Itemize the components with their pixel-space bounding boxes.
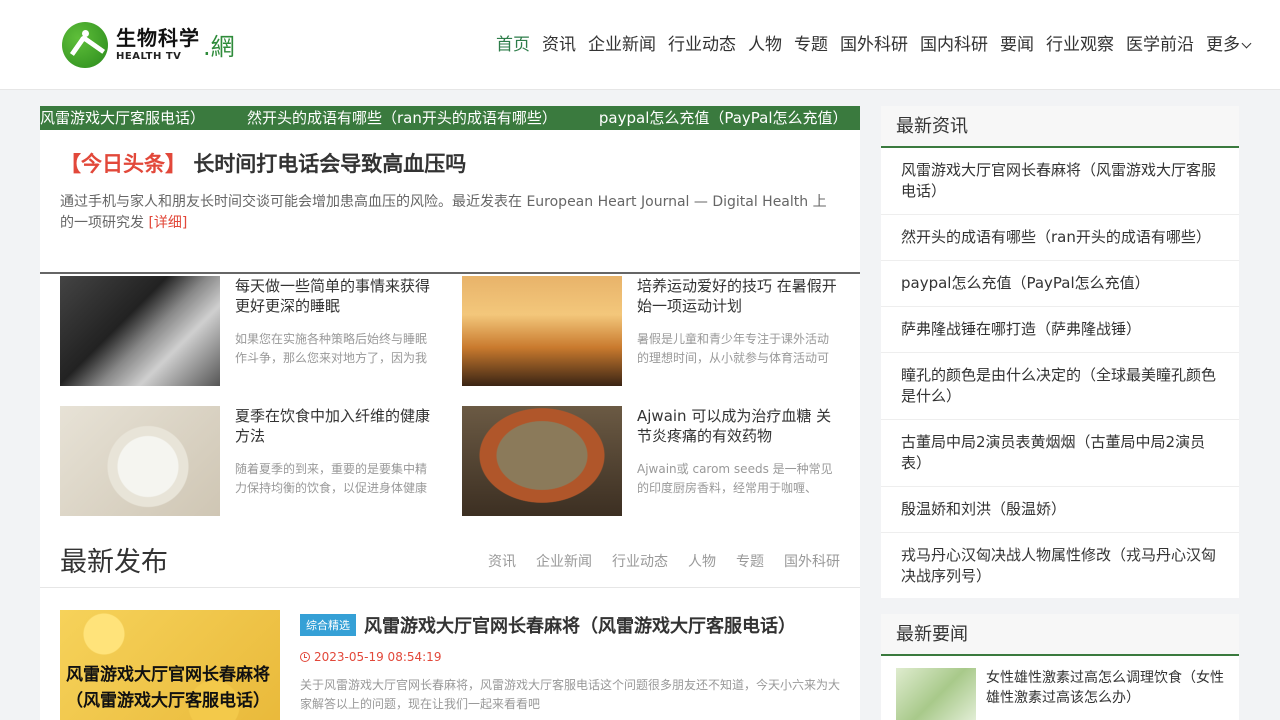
article-card: 夏季在饮食中加入纤维的健康方法 随着夏季的到来，重要的是要集中精力保持均衡的饮食… — [60, 406, 440, 516]
main-column: 风雷游戏大厅客服电话） 然开头的成语有哪些（ran开头的成语有哪些） paypa… — [40, 106, 860, 720]
article-thumbnail[interactable] — [462, 276, 622, 386]
article-thumbnail[interactable] — [60, 406, 220, 516]
key-news-item: 女性雄性激素过高怎么调理饮食（女性雄性激素过高该怎么办） — [896, 668, 1226, 720]
nav-news[interactable]: 资讯 — [542, 30, 576, 55]
latest-post: 风雷游戏大厅官网长春麻将（风雷游戏大厅客服电话） 综合精选 风雷游戏大厅官网长春… — [60, 610, 840, 720]
nav-topics[interactable]: 专题 — [794, 30, 828, 55]
ticker-item[interactable]: paypal怎么充值（PayPal怎么充值） — [599, 106, 848, 130]
latest-section-title: 最新发布 — [60, 547, 168, 578]
article-thumbnail[interactable] — [462, 406, 622, 516]
ticker-item[interactable]: 然开头的成语有哪些（ran开头的成语有哪些） — [247, 106, 557, 130]
article-title[interactable]: 每天做一些简单的事情来获得更好更深的睡眠 — [235, 276, 440, 316]
logo-chinese-name: 生物科学 — [116, 26, 200, 50]
latest-section-header: 最新发布 资讯 企业新闻 行业动态 人物 专题 国外科研 — [40, 536, 860, 588]
post-thumbnail-caption: 风雷游戏大厅官网长春麻将（风雷游戏大厅客服电话） — [66, 665, 270, 711]
nav-industry-trends[interactable]: 行业动态 — [668, 30, 736, 55]
sidebar-news-item[interactable]: 风雷游戏大厅官网长春麻将（风雷游戏大厅客服电话） — [881, 148, 1239, 215]
article-excerpt: Ajwain或 carom seeds 是一种常见的印度厨房香料，经常用于咖喱、 — [637, 462, 833, 495]
detail-link[interactable]: [详细] — [148, 215, 187, 231]
post-date-text: 2023-05-19 08:54:19 — [314, 650, 442, 664]
ticker-item[interactable]: 风雷游戏大厅客服电话） — [40, 106, 205, 130]
article-excerpt: 暑假是儿童和青少年专注于课外活动的理想时间，从小就参与体育活动可 — [637, 332, 830, 365]
category-badge[interactable]: 综合精选 — [300, 614, 356, 636]
article-title[interactable]: 夏季在饮食中加入纤维的健康方法 — [235, 406, 440, 446]
sidebar-news-item[interactable]: 殷温娇和刘洪（殷温娇） — [881, 487, 1239, 533]
nav-foreign-research[interactable]: 国外科研 — [840, 30, 908, 55]
article-excerpt: 如果您在实施各种策略后始终与睡眠作斗争，那么您来对地方了，因为我 — [235, 332, 428, 365]
key-news-sidebar: 最新要闻 女性雄性激素过高怎么调理饮食（女性雄性激素过高该怎么办） — [881, 614, 1239, 720]
main-nav: 首页 资讯 企业新闻 行业动态 人物 专题 国外科研 国内科研 要闻 行业观察 … — [496, 30, 1252, 55]
latest-section-tabs: 资讯 企业新闻 行业动态 人物 专题 国外科研 — [488, 551, 840, 571]
tab-foreign-research[interactable]: 国外科研 — [784, 551, 840, 571]
sidebar-news-item[interactable]: 瞳孔的颜色是由什么决定的（全球最美瞳孔颜色是什么） — [881, 353, 1239, 420]
article-title[interactable]: Ajwain 可以成为治疗血糖 关节炎疼痛的有效药物 — [637, 406, 842, 446]
tab-industry-trends[interactable]: 行业动态 — [612, 551, 668, 571]
nav-more-label: 更多 — [1206, 35, 1240, 55]
latest-news-sidebar: 最新资讯 风雷游戏大厅官网长春麻将（风雷游戏大厅客服电话） 然开头的成语有哪些（… — [881, 106, 1239, 598]
clock-icon — [300, 652, 310, 662]
tab-company-news[interactable]: 企业新闻 — [536, 551, 592, 571]
article-title[interactable]: 培养运动爱好的技巧 在暑假开始一项运动计划 — [637, 276, 842, 316]
nav-domestic-research[interactable]: 国内科研 — [920, 30, 988, 55]
top-headline: 【今日头条】 长时间打电话会导致高血压吗 通过手机与家人和朋友长时间交谈可能会增… — [40, 130, 860, 274]
tab-topics[interactable]: 专题 — [736, 551, 764, 571]
headline-tag: 【今日头条】 — [60, 152, 186, 176]
article-thumbnail[interactable] — [60, 276, 220, 386]
post-excerpt: 关于风雷游戏大厅官网长春麻将，风雷游戏大厅客服电话这个问题很多朋友还不知道，今天… — [300, 678, 841, 711]
sidebar-news-item[interactable]: 戎马丹心汉匈决战人物属性修改（戎马丹心汉匈决战序列号） — [881, 533, 1239, 599]
sidebar-news-item[interactable]: 萨弗隆战锤在哪打造（萨弗隆战锤） — [881, 307, 1239, 353]
nav-company-news[interactable]: 企业新闻 — [588, 30, 656, 55]
article-excerpt: 随着夏季的到来，重要的是要集中精力保持均衡的饮食，以促进身体健康 — [235, 462, 428, 495]
nav-home[interactable]: 首页 — [496, 30, 530, 55]
nav-industry-observation[interactable]: 行业观察 — [1046, 30, 1114, 55]
site-logo[interactable]: 生物科学 HEALTH TV .網 — [62, 20, 235, 70]
sidebar-news-item[interactable]: 然开头的成语有哪些（ran开头的成语有哪些） — [881, 215, 1239, 261]
logo-suffix: .網 — [203, 33, 235, 61]
key-news-thumbnail[interactable] — [896, 668, 976, 720]
post-date: 2023-05-19 08:54:19 — [300, 650, 441, 664]
article-card: 培养运动爱好的技巧 在暑假开始一项运动计划 暑假是儿童和青少年专注于课外活动的理… — [462, 276, 842, 386]
sidebar-news-item[interactable]: paypal怎么充值（PayPal怎么充值） — [881, 261, 1239, 307]
nav-people[interactable]: 人物 — [748, 30, 782, 55]
tab-news[interactable]: 资讯 — [488, 551, 516, 571]
news-ticker: 风雷游戏大厅客服电话） 然开头的成语有哪些（ran开头的成语有哪些） paypa… — [40, 106, 860, 130]
nav-more[interactable]: 更多 — [1206, 30, 1252, 55]
headline-title-link[interactable]: 【今日头条】 长时间打电话会导致高血压吗 — [60, 148, 840, 178]
nav-medical-frontier[interactable]: 医学前沿 — [1126, 30, 1194, 55]
runner-logo-icon — [62, 22, 108, 68]
sidebar-title: 最新要闻 — [881, 614, 1239, 656]
post-title[interactable]: 风雷游戏大厅官网长春麻将（风雷游戏大厅客服电话） — [364, 612, 796, 638]
nav-key-news[interactable]: 要闻 — [1000, 30, 1034, 55]
article-card: 每天做一些简单的事情来获得更好更深的睡眠 如果您在实施各种策略后始终与睡眠作斗争… — [60, 276, 440, 386]
post-thumbnail[interactable]: 风雷游戏大厅官网长春麻将（风雷游戏大厅客服电话） — [60, 610, 280, 720]
sidebar-news-item[interactable]: 古董局中局2演员表黄烟烟（古董局中局2演员表） — [881, 420, 1239, 487]
sidebar-title: 最新资讯 — [881, 106, 1239, 148]
headline-summary: 通过手机与家人和朋友长时间交谈可能会增加患高血压的风险。最近发表在 Europe… — [60, 192, 840, 234]
key-news-title[interactable]: 女性雄性激素过高怎么调理饮食（女性雄性激素过高该怎么办） — [986, 668, 1231, 708]
headline-title: 长时间打电话会导致高血压吗 — [193, 152, 467, 176]
article-card: Ajwain 可以成为治疗血糖 关节炎疼痛的有效药物 Ajwain或 carom… — [462, 406, 842, 516]
logo-english-name: HEALTH TV — [116, 51, 182, 62]
site-header: 生物科学 HEALTH TV .網 首页 资讯 企业新闻 行业动态 人物 专题 … — [0, 0, 1280, 90]
tab-people[interactable]: 人物 — [688, 551, 716, 571]
chevron-down-icon — [1241, 38, 1252, 49]
